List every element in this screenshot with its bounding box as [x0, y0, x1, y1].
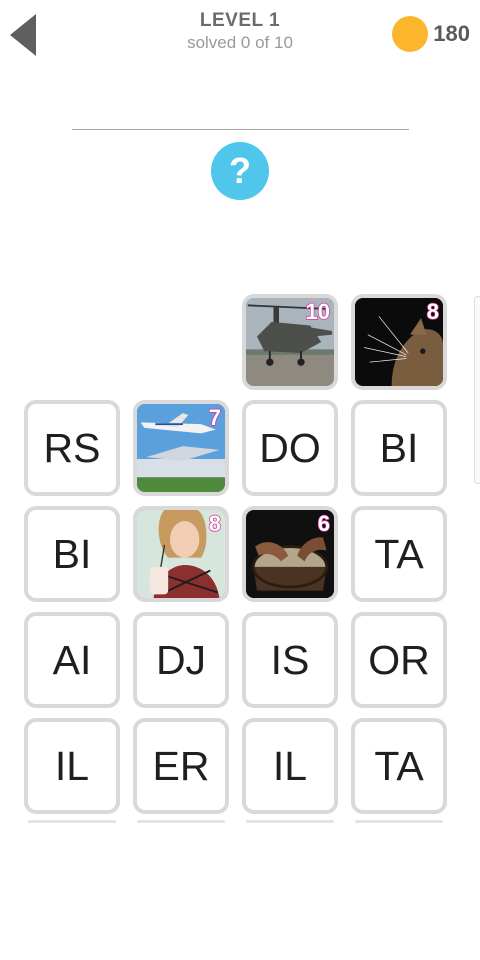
picture-tile-airplane[interactable]: 7: [133, 400, 229, 496]
back-button[interactable]: [10, 14, 38, 56]
letter-pair: OR: [368, 636, 430, 683]
letter-tile[interactable]: DJ: [133, 612, 229, 708]
next-row-edge: [355, 820, 443, 823]
hint-button[interactable]: ?: [211, 142, 269, 200]
letter-pair: DJ: [155, 636, 207, 683]
letter-pair: ER: [152, 742, 210, 789]
word-length-badge: 10: [305, 298, 331, 324]
letter-tile[interactable]: BI: [24, 506, 120, 602]
letter-pair: TA: [374, 530, 424, 577]
letter-pair: BI: [379, 424, 419, 471]
letter-pair: AI: [52, 636, 92, 683]
back-arrow-icon: [10, 14, 36, 56]
answer-line: [72, 129, 409, 130]
word-length-badge: 8: [208, 510, 222, 536]
level-header: LEVEL 1 solved 0 of 10: [140, 10, 340, 54]
letter-pair: IL: [272, 742, 308, 789]
letter-pair: DO: [259, 424, 321, 471]
picture-tile-cat[interactable]: 8: [351, 294, 447, 390]
word-length-badge: 7: [208, 404, 222, 430]
coin-count: 180: [433, 21, 470, 46]
letter-tile[interactable]: AI: [24, 612, 120, 708]
picture-tile-helicopter[interactable]: 10: [242, 294, 338, 390]
letter-pair: IL: [54, 742, 90, 789]
letter-tile[interactable]: BI: [351, 400, 447, 496]
letter-tile[interactable]: IS: [242, 612, 338, 708]
picture-tile-drum[interactable]: 6: [242, 506, 338, 602]
letter-pair: BI: [52, 530, 92, 577]
letter-tile[interactable]: ER: [133, 718, 229, 814]
level-title: LEVEL 1: [199, 10, 281, 31]
coin-counter[interactable]: 180: [392, 16, 470, 52]
side-drawer-handle[interactable]: [474, 296, 480, 484]
letter-pair: IS: [270, 636, 310, 683]
letter-tile[interactable]: IL: [242, 718, 338, 814]
word-length-badge: 8: [426, 298, 440, 324]
next-row-edge: [137, 820, 225, 823]
next-row-edge: [246, 820, 334, 823]
letter-tile[interactable]: DO: [242, 400, 338, 496]
coin-icon: [392, 16, 429, 52]
next-row-edge: [28, 820, 116, 823]
letter-tile[interactable]: OR: [351, 612, 447, 708]
picture-tile-woman-drink[interactable]: 8: [133, 506, 229, 602]
letter-tile[interactable]: TA: [351, 718, 447, 814]
solved-progress: solved 0 of 10: [187, 33, 293, 52]
letter-tile[interactable]: IL: [24, 718, 120, 814]
letter-pair: RS: [43, 424, 101, 471]
letter-tile[interactable]: TA: [351, 506, 447, 602]
letter-pair: TA: [374, 742, 424, 789]
word-length-badge: 6: [317, 510, 331, 536]
letter-tile[interactable]: RS: [24, 400, 120, 496]
